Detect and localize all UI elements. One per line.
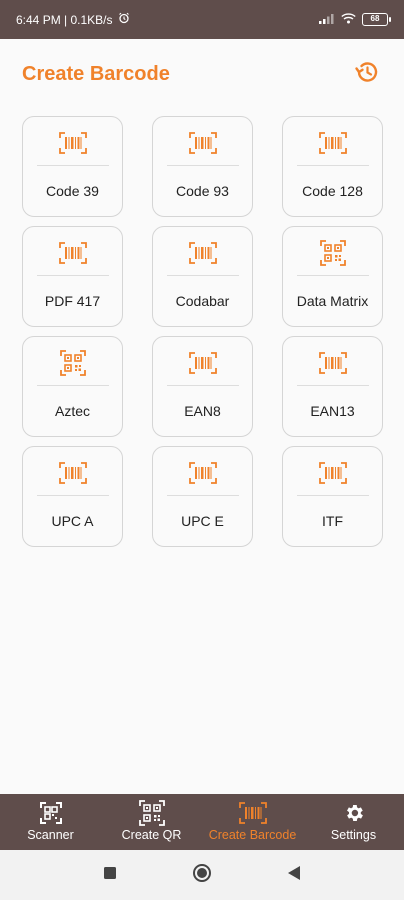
tile-label: Data Matrix (296, 293, 369, 309)
tile-label: EAN13 (310, 403, 355, 419)
barcode-icon (318, 121, 347, 165)
battery-icon: 68 (362, 13, 391, 26)
tile-label: ITF (322, 513, 343, 529)
history-icon (354, 59, 380, 90)
qr-icon (59, 341, 86, 385)
tile-label: Codabar (175, 293, 230, 309)
barcode-icon (238, 802, 267, 824)
alarm-icon (118, 12, 130, 27)
qr-icon (319, 231, 346, 275)
tile-label: Code 39 (46, 183, 99, 199)
square-icon (104, 866, 116, 884)
barcode-type-tile[interactable]: Code 39 (22, 116, 123, 217)
system-nav-bar (0, 850, 404, 900)
nav-item-label: Create Barcode (208, 828, 297, 842)
scan-icon (39, 802, 62, 824)
barcode-type-tile[interactable]: Code 128 (282, 116, 383, 217)
qr-icon (138, 800, 165, 826)
barcode-type-grid: Code 39 Code 93 Code 128 PDF 417 Codabar (22, 116, 384, 547)
barcode-type-tile[interactable]: EAN13 (282, 336, 383, 437)
back-button[interactable] (280, 861, 308, 889)
app-header: Create Barcode (0, 39, 404, 109)
page-title: Create Barcode (22, 62, 170, 85)
barcode-icon (318, 341, 347, 385)
tile-label: UPC A (51, 513, 94, 529)
status-time: 6:44 PM | 0.1KB/s (16, 12, 113, 27)
nav-item-label: Scanner (27, 828, 74, 842)
barcode-type-tile[interactable]: EAN8 (152, 336, 253, 437)
triangle-back-icon (288, 865, 300, 885)
status-bar: 6:44 PM | 0.1KB/s 68 (0, 0, 404, 39)
barcode-icon (188, 121, 217, 165)
barcode-icon (318, 451, 347, 495)
circle-icon (192, 863, 212, 888)
barcode-type-tile[interactable]: Code 93 (152, 116, 253, 217)
barcode-icon (58, 451, 87, 495)
barcode-icon (188, 231, 217, 275)
nav-item-create-qr[interactable]: Create QR (101, 794, 202, 850)
barcode-icon (188, 341, 217, 385)
tile-label: Code 128 (302, 183, 363, 199)
nav-item-label: Settings (330, 828, 377, 842)
barcode-type-tile[interactable]: Aztec (22, 336, 123, 437)
nav-item-scanner[interactable]: Scanner (0, 794, 101, 850)
barcode-icon (58, 231, 87, 275)
recents-button[interactable] (96, 861, 124, 889)
barcode-type-tile[interactable]: PDF 417 (22, 226, 123, 327)
wifi-icon (341, 12, 356, 27)
bottom-nav: Scanner Create QR Create Barcode Setting… (0, 794, 404, 850)
tile-label: Code 93 (176, 183, 229, 199)
nav-item-settings[interactable]: Settings (303, 794, 404, 850)
barcode-icon (188, 451, 217, 495)
barcode-type-tile[interactable]: UPC A (22, 446, 123, 547)
tile-label: EAN8 (184, 403, 221, 419)
barcode-icon (58, 121, 87, 165)
history-button[interactable] (352, 59, 382, 89)
home-button[interactable] (188, 861, 216, 889)
tile-label: PDF 417 (44, 293, 101, 309)
barcode-type-tile[interactable]: ITF (282, 446, 383, 547)
nav-item-create-barcode[interactable]: Create Barcode (202, 794, 303, 850)
barcode-type-tile[interactable]: UPC E (152, 446, 253, 547)
nav-item-label: Create QR (121, 828, 182, 842)
barcode-type-tile[interactable]: Codabar (152, 226, 253, 327)
barcode-type-tile[interactable]: Data Matrix (282, 226, 383, 327)
gear-icon (343, 802, 365, 824)
tile-label: UPC E (181, 513, 224, 529)
tile-label: Aztec (54, 403, 90, 419)
signal-icon (319, 13, 335, 27)
